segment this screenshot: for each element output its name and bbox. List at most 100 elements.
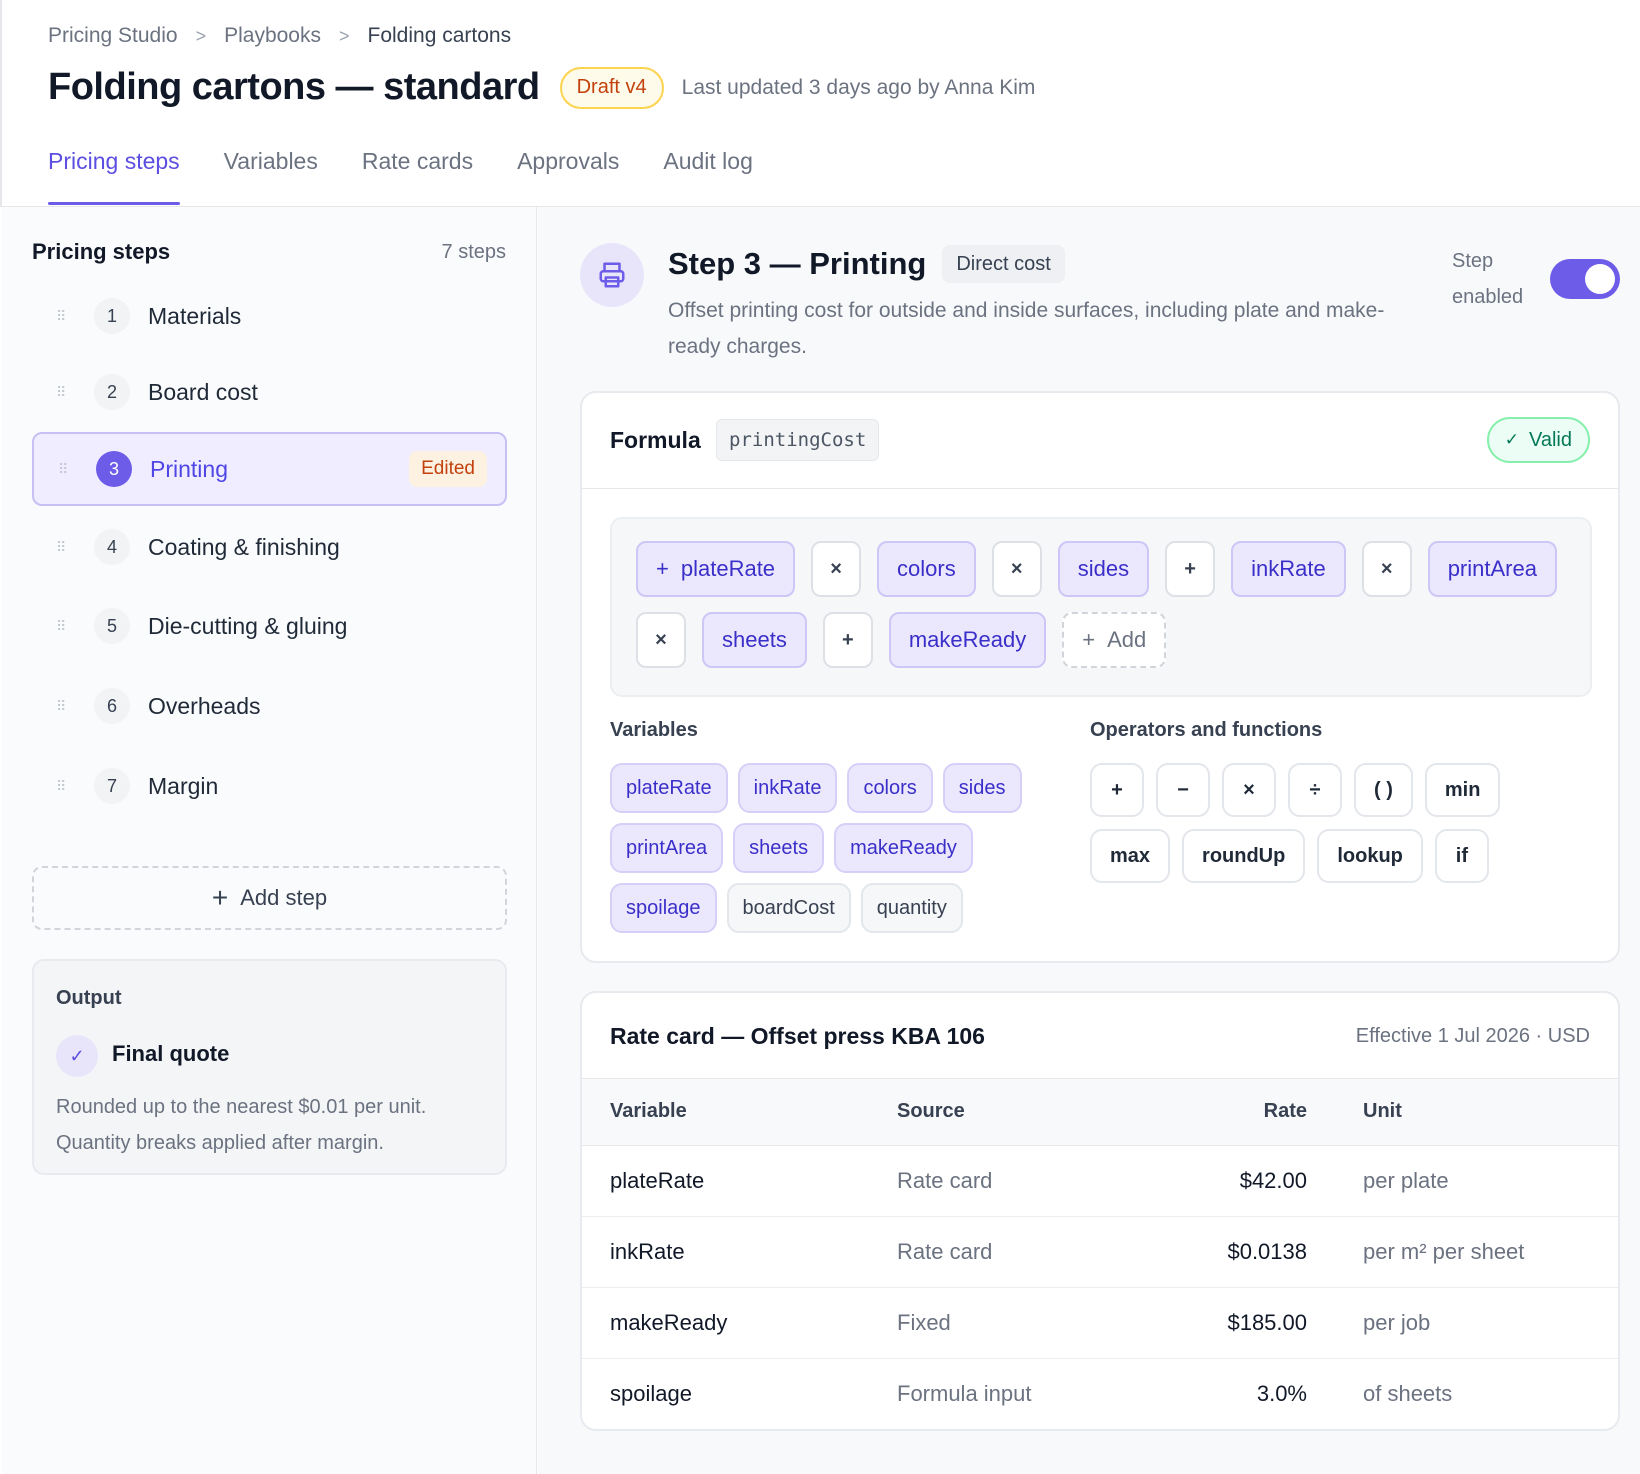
operator-minus-button[interactable]: −: [1156, 763, 1210, 817]
function-lookup-button[interactable]: lookup: [1317, 829, 1423, 883]
variable-chip[interactable]: quantity: [860, 883, 963, 933]
plus-icon: +: [1082, 627, 1096, 652]
variable-chip[interactable]: colors: [847, 763, 933, 813]
table-row[interactable]: spoilage Formula input 3.0% of sheets: [582, 1358, 1618, 1429]
formula-token-operator[interactable]: ×: [811, 541, 862, 597]
formula-token-operator[interactable]: ×: [1361, 541, 1412, 597]
tab-rate-cards[interactable]: Rate cards: [362, 148, 473, 206]
function-roundup-button[interactable]: roundUp: [1182, 829, 1306, 883]
step-item-materials[interactable]: ⠿ 1 Materials: [32, 279, 507, 353]
drag-handle-icon[interactable]: ⠿: [58, 462, 72, 476]
sidebar-title: Pricing steps: [32, 239, 171, 264]
drag-handle-icon[interactable]: ⠿: [56, 619, 70, 633]
variables-label: Variables: [610, 719, 698, 741]
variable-chip[interactable]: spoilage: [610, 883, 717, 933]
tab-approvals[interactable]: Approvals: [517, 148, 619, 206]
drag-handle-icon[interactable]: ⠿: [56, 540, 70, 554]
breadcrumb-playbooks[interactable]: Playbooks: [224, 24, 321, 48]
drag-handle-icon[interactable]: ⠿: [56, 699, 70, 713]
cell-unit: per m² per sheet: [1307, 1216, 1618, 1288]
cell-source: Formula input: [897, 1380, 1032, 1406]
variable-chip[interactable]: sheets: [733, 823, 825, 873]
function-if-button[interactable]: if: [1434, 829, 1489, 883]
step-label: Margin: [148, 772, 219, 799]
breadcrumb-current: Folding cartons: [367, 24, 512, 47]
formula-token-operator[interactable]: +: [1165, 541, 1216, 597]
formula-token-variable[interactable]: makeReady: [888, 612, 1047, 668]
cost-type-badge: Direct cost: [942, 245, 1065, 283]
operator-plus-button[interactable]: +: [1090, 763, 1144, 817]
step-label: Overheads: [148, 692, 261, 719]
formula-token-variable[interactable]: printArea: [1427, 541, 1557, 597]
drag-handle-icon[interactable]: ⠿: [56, 779, 70, 793]
drag-handle-icon[interactable]: ⠿: [56, 385, 70, 399]
operator-parentheses-button[interactable]: ( ): [1354, 763, 1413, 817]
edited-badge: Edited: [409, 451, 487, 487]
step-number: 4: [94, 529, 130, 565]
formula-token-operator[interactable]: ×: [991, 541, 1042, 597]
table-header-row: Variable Source Rate Unit: [582, 1079, 1618, 1146]
variable-chip[interactable]: boardCost: [726, 883, 851, 933]
variable-chip[interactable]: sides: [942, 763, 1022, 813]
cell-variable: plateRate: [582, 1145, 897, 1217]
rate-card: Rate card — Offset press KBA 106 Effecti…: [580, 991, 1620, 1431]
tab-pricing-steps[interactable]: Pricing steps: [48, 148, 180, 206]
formula-output-variable[interactable]: printingCost: [716, 419, 880, 461]
add-step-label: Add step: [240, 885, 328, 910]
column-header: Variable: [582, 1079, 897, 1146]
tab-audit-log[interactable]: Audit log: [663, 148, 753, 206]
formula-card: Formula printingCost ✓ Valid + plateRate …: [580, 391, 1620, 963]
variable-chip[interactable]: makeReady: [834, 823, 973, 873]
cell-variable: inkRate: [582, 1216, 897, 1288]
formula-token-variable[interactable]: colors: [877, 541, 976, 597]
variable-chip[interactable]: printArea: [610, 823, 724, 873]
formula-token-variable[interactable]: + plateRate: [636, 541, 796, 597]
formula-token-variable[interactable]: sides: [1057, 541, 1150, 597]
formula-title: Formula: [610, 427, 701, 453]
step-item-coating-finishing[interactable]: ⠿ 4 Coating & finishing: [32, 510, 507, 584]
function-min-button[interactable]: min: [1424, 763, 1501, 817]
plus-icon: +: [211, 882, 229, 913]
output-card: Output ✓ Final quote Rounded up to the n…: [32, 959, 507, 1175]
step-item-printing[interactable]: ⠿ 3 Printing Edited: [32, 432, 507, 506]
step-item-die-cutting-gluing[interactable]: ⠿ 5 Die-cutting & gluing: [32, 589, 507, 663]
variable-chip[interactable]: plateRate: [610, 763, 728, 813]
step-label: Materials: [148, 302, 242, 329]
formula-token-operator[interactable]: +: [822, 612, 873, 668]
variable-chip[interactable]: inkRate: [737, 763, 838, 813]
formula-token-variable[interactable]: inkRate: [1231, 541, 1346, 597]
steps-sidebar: Pricing steps 7 steps ⠿ 1 Materials ⠿ 2 …: [2, 207, 537, 1474]
step-item-overheads[interactable]: ⠿ 6 Overheads: [32, 669, 507, 743]
tab-variables[interactable]: Variables: [224, 148, 318, 206]
output-description: Rounded up to the nearest $0.01 per unit…: [56, 1096, 427, 1154]
breadcrumb: Pricing Studio > Playbooks > Folding car…: [48, 24, 511, 48]
chevron-right-icon: >: [338, 25, 350, 46]
cell-variable: makeReady: [582, 1287, 897, 1359]
formula-token-operator[interactable]: ×: [636, 612, 686, 668]
step-item-margin[interactable]: ⠿ 7 Margin: [32, 749, 507, 823]
check-icon: ✓: [56, 1035, 98, 1077]
formula-builder[interactable]: + plateRate × colors × sides + inkRate × …: [610, 517, 1592, 697]
table-row[interactable]: makeReady Fixed $185.00 per job: [582, 1287, 1618, 1359]
step-number: 5: [94, 608, 130, 644]
table-row[interactable]: plateRate Rate card $42.00 per plate: [582, 1145, 1618, 1217]
variable-palette: plateRate inkRate colors sides printArea…: [610, 763, 1050, 933]
function-max-button[interactable]: max: [1090, 829, 1171, 883]
step-enabled-toggle[interactable]: [1550, 259, 1620, 299]
step-title: Step 3 — Printing: [668, 246, 927, 281]
table-row[interactable]: inkRate Rate card $0.0138 per m² per she…: [582, 1216, 1618, 1288]
check-icon: ✓: [1504, 430, 1519, 449]
add-token-button[interactable]: + Add: [1062, 612, 1167, 668]
step-enabled-label: Step enabled: [1452, 250, 1524, 308]
add-step-button[interactable]: + Add step: [32, 866, 507, 930]
cell-rate: 3.0%: [1256, 1380, 1307, 1406]
drag-handle-icon[interactable]: ⠿: [56, 309, 70, 323]
operator-divide-button[interactable]: ÷: [1288, 763, 1342, 817]
operator-multiply-button[interactable]: ×: [1222, 763, 1276, 817]
formula-token-variable[interactable]: sheets: [702, 612, 807, 668]
cell-rate: $42.00: [1147, 1145, 1307, 1217]
step-number: 3: [96, 451, 132, 487]
last-updated-text: Last updated 3 days ago by Anna Kim: [681, 75, 1036, 99]
breadcrumb-pricing-studio[interactable]: Pricing Studio: [48, 24, 178, 48]
step-item-board-cost[interactable]: ⠿ 2 Board cost: [32, 355, 507, 429]
